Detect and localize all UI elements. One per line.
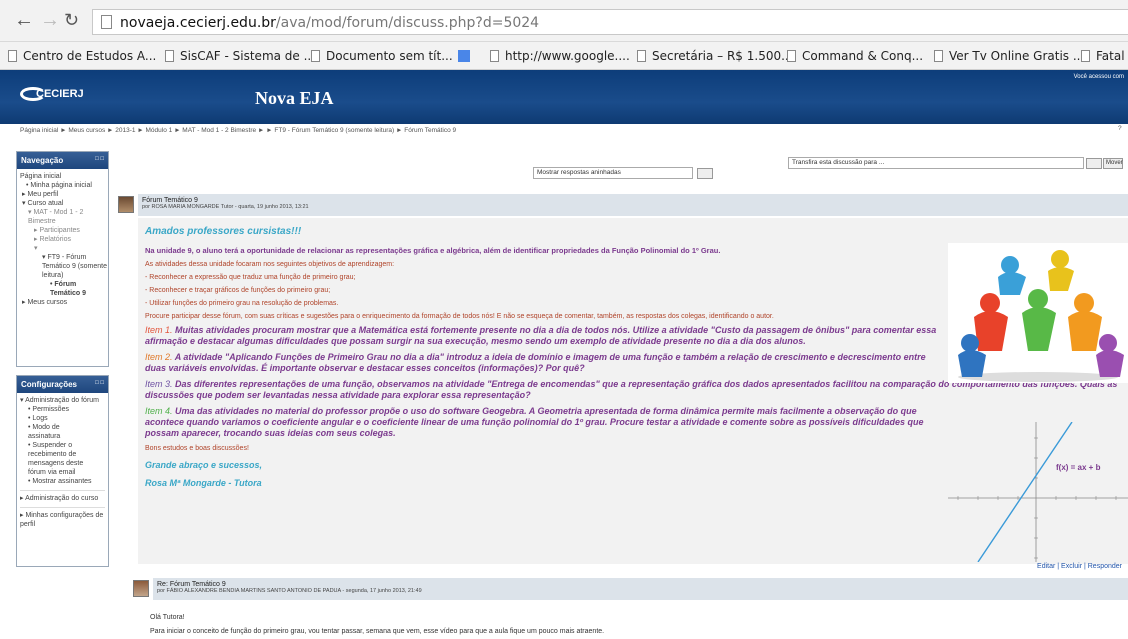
forward-arrow-icon[interactable]: →: [40, 10, 60, 30]
nav-reports[interactable]: ▸ Relatórios: [20, 235, 105, 244]
settings-logs[interactable]: • Logs: [20, 414, 105, 423]
settings-profile[interactable]: ▸ Minhas configurações de perfil: [20, 507, 105, 529]
page-icon: [787, 50, 796, 62]
bookmark-item[interactable]: Command & Conq...: [787, 49, 923, 63]
page-icon: [165, 50, 174, 62]
bookmarks-bar: Centro de Estudos A... SisCAF - Sistema …: [0, 42, 1128, 70]
nav-ft9[interactable]: ▾ FT9 - Fórum Temático 9 (somente leitur…: [20, 253, 108, 280]
browser-toolbar: ← → ↻ novaeja.cecierj.edu.br/ava/mod/for…: [0, 0, 1128, 42]
settings-forum-admin[interactable]: ▾ Administração do fórum: [20, 396, 105, 405]
nav-current-course[interactable]: ▾ Curso atual: [20, 199, 105, 208]
formula-label: f(x) = ax + b: [1056, 463, 1101, 472]
settings-subscription[interactable]: • Modo de assinatura: [20, 423, 90, 441]
select-arrow-icon[interactable]: [1086, 158, 1102, 169]
nav-my-home[interactable]: • Minha página inicial: [20, 181, 105, 190]
display-mode-button[interactable]: [697, 168, 713, 179]
item-4: Item 4. Uma das atividades no material d…: [145, 406, 924, 438]
page-icon: [101, 15, 112, 29]
invite-text: Procure participar desse fórum, com suas…: [145, 313, 774, 320]
signature: Rosa Mª Mongarde - Tutora: [145, 478, 262, 488]
back-arrow-icon[interactable]: ←: [14, 10, 34, 30]
objective-1: - Reconhecer a expressão que traduz uma …: [145, 274, 356, 281]
nav-participants[interactable]: ▸ Participantes: [20, 226, 105, 235]
bookmark-item[interactable]: [458, 49, 476, 63]
page-icon: [311, 50, 320, 62]
nav-home[interactable]: Página inicial: [20, 172, 105, 181]
bookmark-item[interactable]: Documento sem tít...: [311, 49, 453, 63]
post-header: Fórum Temático 9 por ROSA MARIA MONGARDE…: [138, 194, 1128, 216]
settings-permissions[interactable]: • Permissões: [20, 405, 105, 414]
post-title: Fórum Temático 9: [142, 197, 198, 204]
post-content: Amados professores cursistas!!! Na unida…: [145, 226, 1117, 488]
docs-icon: [458, 50, 470, 62]
bookmark-item[interactable]: Fatal: [1081, 49, 1125, 63]
reply-title: Re: Fórum Temático 9: [157, 581, 226, 588]
reply-header: Re: Fórum Temático 9 por FÁBIO ALEXANDRE…: [153, 578, 1128, 600]
teamwork-figures-image: [948, 243, 1128, 383]
intro-text: Na unidade 9, o aluno terá a oportunidad…: [145, 246, 721, 255]
bookmark-item[interactable]: Secretária – R$ 1.500...: [637, 49, 793, 63]
page-icon: [490, 50, 499, 62]
nav-course[interactable]: ▾ MAT - Mod 1 - 2 Bimestre: [20, 208, 100, 226]
bookmark-item[interactable]: http://www.google....: [490, 49, 630, 63]
objectives-text: As atividades dessa unidade focaram nos …: [145, 261, 395, 268]
page-icon: [637, 50, 646, 62]
move-discussion-select[interactable]: Transfira esta discussão para ...: [788, 157, 1084, 169]
navigation-title: Navegação □ □: [17, 152, 108, 169]
settings-show-subscribers[interactable]: • Mostrar assinantes: [20, 477, 105, 486]
reply-body: Olá Tutora! Para iniciar o conceito de f…: [150, 611, 604, 639]
item-2: Item 2. A atividade "Aplicando Funções d…: [145, 352, 926, 373]
objective-2: - Reconhecer e traçar gráficos de funçõe…: [145, 287, 331, 294]
navigation-block: Navegação □ □ Página inicial • Minha pági…: [16, 151, 109, 367]
page-icon: [8, 50, 17, 62]
settings-unsubscribe[interactable]: • Suspender o recebimento de mensagens d…: [20, 441, 102, 477]
help-icon[interactable]: ?: [1118, 125, 1122, 132]
nav-profile[interactable]: ▸ Meu perfil: [20, 190, 105, 199]
hug-text: Grande abraço e sucessos,: [145, 460, 263, 470]
nav-my-courses[interactable]: ▸ Meus cursos: [20, 298, 105, 307]
breadcrumb[interactable]: Página inicial ► Meus cursos ► 2013-1 ► …: [20, 125, 1122, 134]
bookmark-item[interactable]: Centro de Estudos A...: [8, 49, 156, 63]
address-bar[interactable]: novaeja.cecierj.edu.br/ava/mod/forum/dis…: [92, 9, 1128, 35]
site-banner: CECIERJ Nova EJA Você acessou com: [0, 70, 1128, 124]
reply-line-1: Olá Tutora!: [150, 614, 185, 621]
site-title: Nova EJA: [255, 88, 334, 108]
closing-text: Bons estudos e boas discussões!: [145, 445, 249, 452]
block-controls-icon[interactable]: □ □: [95, 380, 104, 386]
reload-icon[interactable]: ↻: [64, 10, 79, 30]
objective-3: - Utilizar funções do primeiro grau na r…: [145, 300, 339, 307]
nav-forum[interactable]: • Fórum Temático 9: [20, 280, 108, 298]
avatar[interactable]: [133, 580, 149, 597]
reply-author[interactable]: por FÁBIO ALEXANDRE BENDIA MARTINS SANTO…: [153, 588, 1128, 594]
display-mode-select[interactable]: Mostrar respostas aninhadas: [533, 167, 693, 179]
bookmark-item[interactable]: SisCAF - Sistema de ...: [165, 49, 315, 63]
page-icon: [934, 50, 943, 62]
bookmark-item[interactable]: Ver Tv Online Gratis ...: [934, 49, 1084, 63]
linear-function-graph: f(x) = ax + b: [948, 422, 1128, 562]
block-controls-icon[interactable]: □ □: [95, 156, 104, 162]
page-icon: [1081, 50, 1090, 62]
login-info: Você acessou com: [1073, 74, 1124, 80]
item-1: Item 1. Muitas atividades procuram mostr…: [145, 325, 937, 346]
post-author[interactable]: por ROSA MARIA MONGARDE Tutor - quarta, …: [138, 204, 1128, 210]
move-button[interactable]: Mover: [1103, 158, 1123, 169]
settings-block: Configurações □ □ ▾ Administração do fóru…: [16, 375, 109, 567]
settings-title: Configurações □ □: [17, 376, 108, 393]
url-text[interactable]: novaeja.cecierj.edu.br/ava/mod/forum/dis…: [120, 15, 539, 31]
greeting: Amados professores cursistas!!!: [145, 226, 302, 237]
post-actions[interactable]: Editar | Excluir | Responder: [1037, 563, 1122, 570]
avatar[interactable]: [118, 196, 134, 213]
nav-expand-icon[interactable]: ▾: [20, 244, 105, 253]
settings-course-admin[interactable]: ▸ Administração do curso: [20, 490, 105, 503]
cecierj-logo[interactable]: CECIERJ: [20, 87, 84, 101]
